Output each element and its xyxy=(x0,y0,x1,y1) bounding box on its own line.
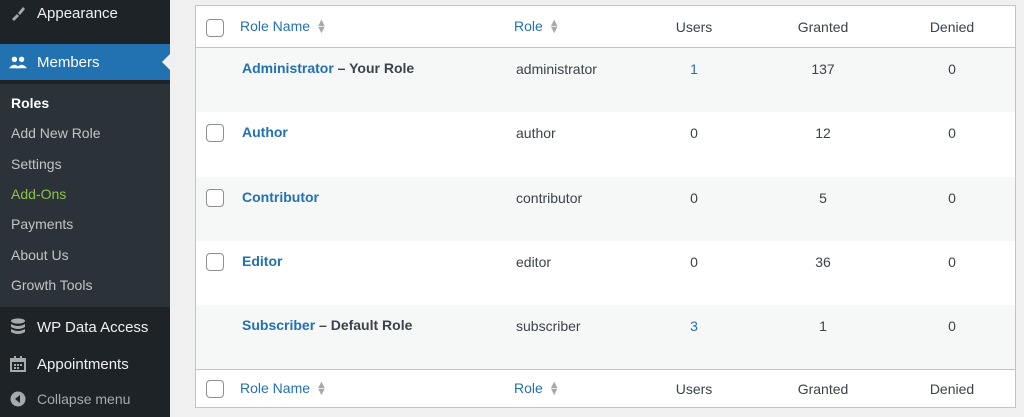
denied-count: 0 xyxy=(948,318,956,334)
collapse-menu-button[interactable]: Collapse menu xyxy=(0,386,170,412)
menu-label-appointments: Appointments xyxy=(37,355,129,373)
granted-count: 5 xyxy=(819,190,827,206)
menu-item-wp-data-access[interactable]: WP Data Access xyxy=(0,312,170,342)
role-name-link[interactable]: Author xyxy=(242,124,288,140)
table-row: Contributor contributor 0 5 0 xyxy=(196,177,1015,241)
collapse-icon xyxy=(9,390,27,408)
role-slug: editor xyxy=(516,254,552,270)
sort-icon: ▲ ▼ xyxy=(548,379,560,399)
role-name-cell: Editor xyxy=(242,253,282,269)
admin-sidebar: Appearance Members Roles Add New Role Se… xyxy=(0,0,170,417)
table-row: Administrator – Your Role administrator … xyxy=(196,48,1015,112)
users-count-link[interactable]: 3 xyxy=(644,318,744,334)
users-count: 0 xyxy=(690,125,698,141)
column-header-role-name[interactable]: Role Name ▲ ▼ xyxy=(240,17,327,37)
column-header-role[interactable]: Role ▲ ▼ xyxy=(514,17,560,37)
submenu-item-about-us[interactable]: About Us xyxy=(11,247,69,263)
roles-table: Role Name ▲ ▼ Role ▲ ▼ Users Granted Denied … xyxy=(195,5,1016,408)
role-note: – Default Role xyxy=(315,317,413,333)
users-count: 0 xyxy=(690,190,698,206)
menu-label-appearance: Appearance xyxy=(37,4,118,22)
menu-item-appearance[interactable]: Appearance xyxy=(0,0,170,26)
denied-count: 0 xyxy=(948,254,956,270)
role-name-cell: Administrator – Your Role xyxy=(242,60,414,76)
sort-icon: ▲ ▼ xyxy=(316,17,327,37)
paintbrush-icon xyxy=(9,4,27,22)
role-slug: administrator xyxy=(516,61,597,77)
row-checkbox[interactable] xyxy=(206,253,224,271)
table-row: Author author 0 12 0 xyxy=(196,112,1015,177)
denied-count: 0 xyxy=(948,61,956,77)
role-name-cell: Contributor xyxy=(242,189,319,205)
row-checkbox[interactable] xyxy=(206,124,224,142)
column-header-granted: Granted xyxy=(797,19,849,35)
granted-count: 12 xyxy=(815,125,831,141)
submenu-item-payments[interactable]: Payments xyxy=(11,216,73,232)
column-footer-users: Users xyxy=(675,381,713,397)
submenu-item-roles[interactable]: Roles xyxy=(11,95,49,111)
members-icon xyxy=(9,53,27,71)
role-slug: subscriber xyxy=(516,318,581,334)
role-name-link[interactable]: Editor xyxy=(242,253,282,269)
column-footer-role[interactable]: Role ▲ ▼ xyxy=(514,379,560,399)
users-count-link[interactable]: 1 xyxy=(644,61,744,77)
users-count: 0 xyxy=(690,254,698,270)
role-name-cell: Subscriber – Default Role xyxy=(242,317,412,333)
menu-label-members: Members xyxy=(37,53,100,71)
column-footer-denied: Denied xyxy=(929,381,975,397)
granted-count: 137 xyxy=(811,61,835,77)
column-footer-granted: Granted xyxy=(797,381,849,397)
submenu-item-add-ons[interactable]: Add-Ons xyxy=(11,186,66,202)
sort-icon: ▲ ▼ xyxy=(316,379,327,399)
row-checkbox[interactable] xyxy=(206,189,224,207)
role-slug: author xyxy=(516,125,556,141)
menu-item-appointments[interactable]: Appointments xyxy=(0,349,170,379)
denied-count: 0 xyxy=(948,125,956,141)
select-all-checkbox[interactable] xyxy=(206,19,224,37)
database-icon xyxy=(9,318,27,336)
role-name-link[interactable]: Contributor xyxy=(242,189,319,205)
submenu-item-growth-tools[interactable]: Growth Tools xyxy=(11,277,92,293)
submenu-item-add-new-role[interactable]: Add New Role xyxy=(11,125,101,141)
table-row: Subscriber – Default Role subscriber 3 1… xyxy=(196,305,1015,369)
role-note: – Your Role xyxy=(333,60,415,76)
current-menu-pointer xyxy=(162,54,170,70)
table-row: Editor editor 0 36 0 xyxy=(196,241,1015,305)
role-name-cell: Author xyxy=(242,124,288,140)
granted-count: 1 xyxy=(819,318,827,334)
calendar-icon xyxy=(9,355,27,373)
submenu-item-settings[interactable]: Settings xyxy=(11,156,62,172)
column-header-denied: Denied xyxy=(929,19,975,35)
column-header-users: Users xyxy=(675,19,713,35)
menu-label-wp-data-access: WP Data Access xyxy=(37,318,149,336)
granted-count: 36 xyxy=(815,254,831,270)
sort-icon: ▲ ▼ xyxy=(548,17,560,37)
column-footer-role-name[interactable]: Role Name ▲ ▼ xyxy=(240,379,327,399)
denied-count: 0 xyxy=(948,190,956,206)
role-name-link[interactable]: Administrator xyxy=(242,60,334,76)
collapse-menu-label: Collapse menu xyxy=(37,391,131,407)
menu-item-members[interactable]: Members xyxy=(0,44,170,80)
members-submenu: Roles Add New Role Settings Add-Ons Paym… xyxy=(0,84,170,307)
table-header-row: Role Name ▲ ▼ Role ▲ ▼ Users Granted Denied xyxy=(196,6,1015,48)
role-name-link[interactable]: Subscriber xyxy=(242,317,315,333)
role-slug: contributor xyxy=(516,190,583,206)
table-footer-row: Role Name ▲ ▼ Role ▲ ▼ Users Granted Denied xyxy=(196,369,1015,407)
select-all-checkbox-footer[interactable] xyxy=(206,380,224,398)
